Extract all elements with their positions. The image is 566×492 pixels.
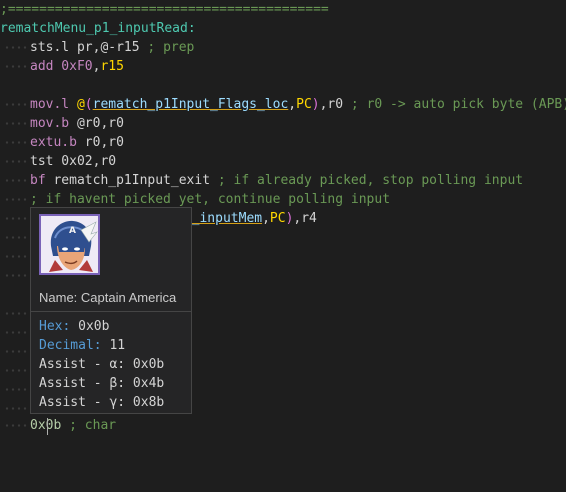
code-line[interactable]: mov.l @(rematch_p1Input_Flags_loc,PC),r0… <box>0 95 566 114</box>
code-line[interactable]: mov.b @r0,r0 <box>0 114 124 133</box>
code-text: mov.l @(rematch_p1Input_Flags_loc,PC),r0… <box>30 97 566 112</box>
code-line[interactable]: rematchMenu_p1_inputRead: <box>0 19 196 38</box>
hover-row-assist-alpha: Assist - α: 0x0b <box>39 357 165 372</box>
code-text: extu.b r0,r0 <box>30 135 124 150</box>
indent-guide <box>4 304 28 323</box>
indent-guide <box>4 361 28 380</box>
code-text: 0x0b ; char <box>30 418 117 433</box>
divider-comment: ;=======================================… <box>0 2 329 17</box>
code-line[interactable]: extu.b r0,r0 <box>0 133 124 152</box>
indent-guide <box>4 133 28 152</box>
captain-america-portrait-icon: A <box>39 214 100 275</box>
hovered-value[interactable]: 0x0b <box>30 418 61 433</box>
indent-guide <box>4 171 28 190</box>
code-line[interactable]: ut_inputMem,PC),r4 <box>0 209 317 228</box>
code-text: add 0xF0,r15 <box>30 59 124 74</box>
indent-guide <box>4 190 28 209</box>
indent-guide <box>4 342 28 361</box>
indent-guide <box>4 152 28 171</box>
indent-guide <box>4 57 28 76</box>
routine-label: rematchMenu_p1_inputRead: <box>0 21 196 36</box>
hover-tooltip: A Name: Captain America Hex: 0x0b Decima… <box>30 207 192 414</box>
svg-text:A: A <box>69 226 76 236</box>
indent-guide <box>4 114 28 133</box>
code-line[interactable]: ;=======================================… <box>0 0 329 19</box>
hover-row-hex: Hex: 0x0b <box>39 319 110 334</box>
hover-row-decimal: Decimal: 11 <box>39 338 126 353</box>
indent-guide <box>4 247 28 266</box>
code-line[interactable]: tst 0x02,r0 <box>0 152 116 171</box>
hover-row-assist-beta: Assist - β: 0x4b <box>39 376 165 391</box>
code-line[interactable]: sts.l pr,@-r15 ; prep <box>0 38 194 57</box>
tooltip-divider <box>31 311 191 312</box>
code-text: mov.b @r0,r0 <box>30 116 124 131</box>
code-text: ut_inputMem,PC),r4 <box>176 211 317 226</box>
indent-guide <box>4 228 28 247</box>
indent-guide <box>4 209 28 228</box>
code-text: bf rematch_p1Input_exit ; if already pic… <box>30 173 524 188</box>
indent-guide <box>4 38 28 57</box>
character-name: Name: Captain America <box>39 290 177 305</box>
text-cursor <box>47 418 48 435</box>
code-line[interactable]: 0x0b ; char <box>0 416 116 435</box>
indent-guide <box>4 380 28 399</box>
indent-guide <box>4 416 28 435</box>
indent-guide <box>4 323 28 342</box>
code-line[interactable]: ; if havent picked yet, continue polling… <box>0 190 390 209</box>
code-line[interactable]: add 0xF0,r15 <box>0 57 124 76</box>
hover-row-assist-gamma: Assist - γ: 0x8b <box>39 395 165 410</box>
code-line[interactable]: bf rematch_p1Input_exit ; if already pic… <box>0 171 523 190</box>
code-text: sts.l pr,@-r15 ; prep <box>30 40 195 55</box>
code-text: tst 0x02,r0 <box>30 154 117 169</box>
indent-guide <box>4 95 28 114</box>
indent-guide <box>4 266 28 285</box>
